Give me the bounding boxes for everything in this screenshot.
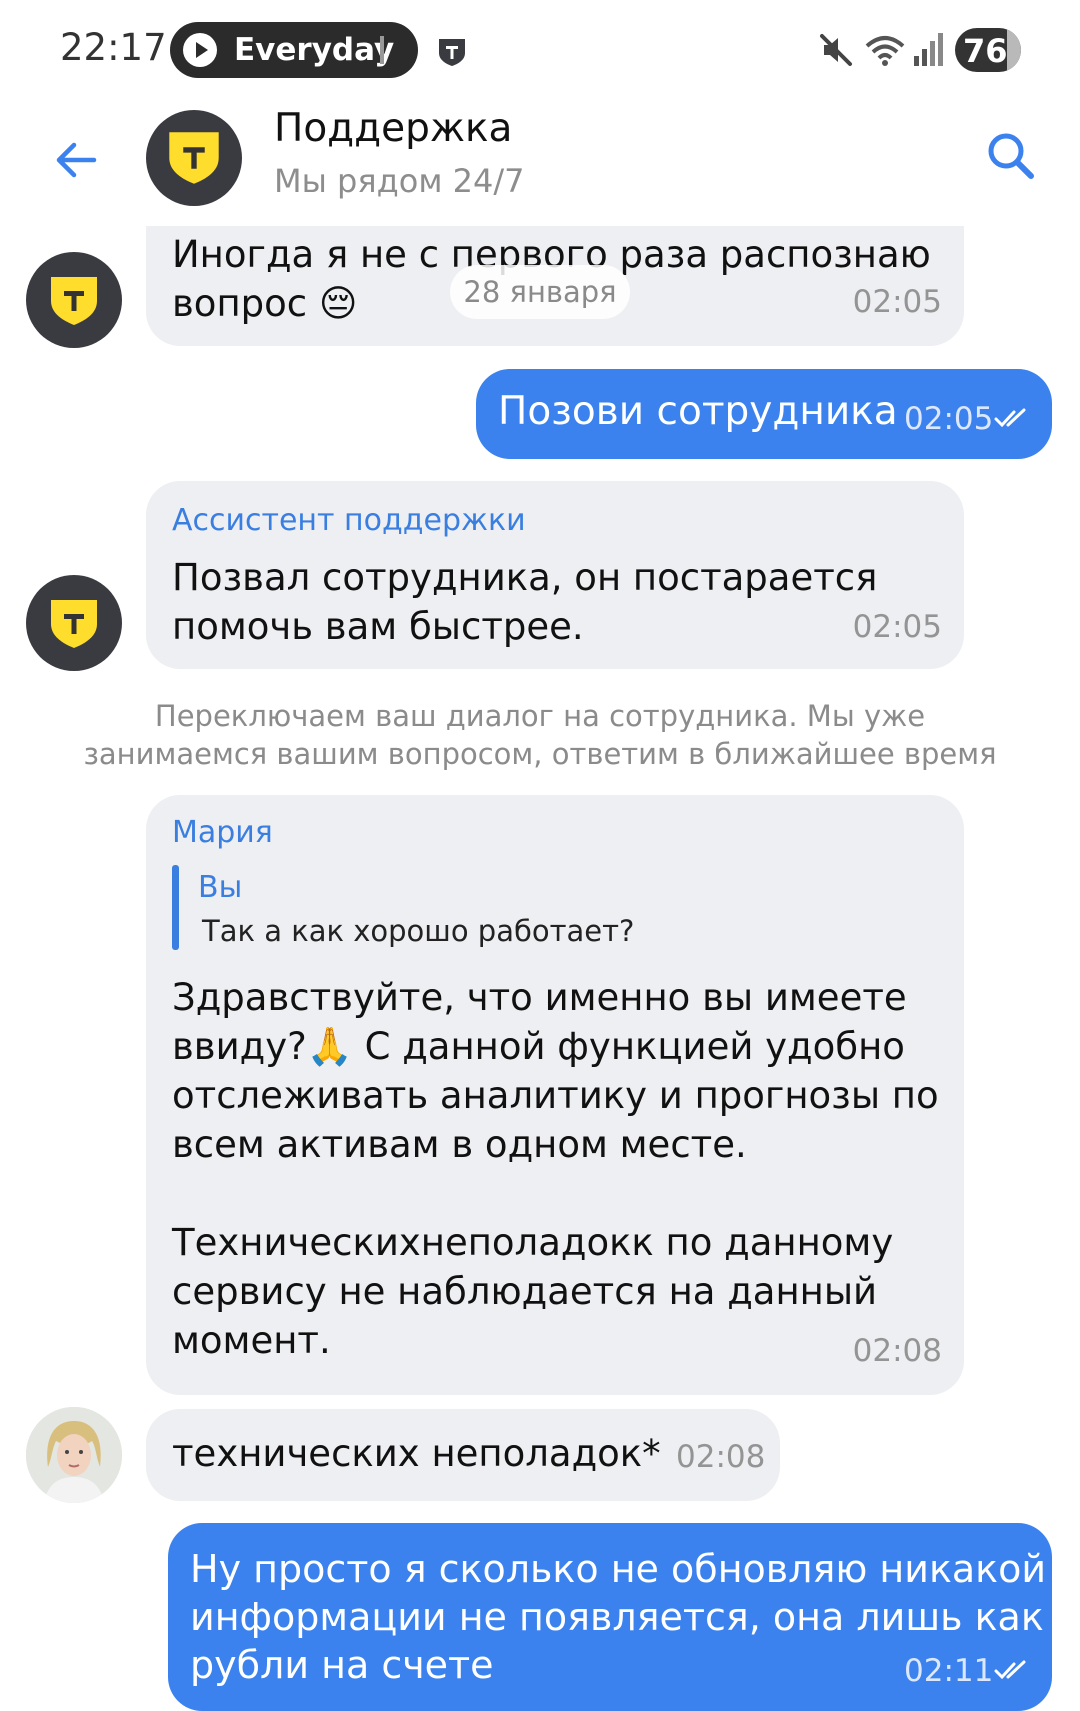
quote-author[interactable]: Вы	[198, 870, 242, 905]
tbank-logo-icon	[169, 132, 219, 184]
search-icon[interactable]	[985, 130, 1037, 182]
message-text: Позвал сотрудника, он постарается помочь…	[172, 556, 878, 648]
message-bubble[interactable]: Мария Здравствуйте, что именно вы имеете…	[146, 795, 964, 1395]
support-avatar[interactable]	[26, 252, 122, 348]
quote-text[interactable]: Так а как хорошо работает?	[202, 914, 634, 948]
double-check-icon	[994, 408, 1026, 428]
outgoing-message-bubble[interactable]: Ну просто я сколько не обновляю никакой …	[168, 1523, 1052, 1711]
tbank-logo-icon	[51, 600, 97, 648]
message-text: Позови сотрудника	[498, 389, 898, 434]
sender-name: Ассистент поддержки	[172, 503, 526, 538]
message-time: 02:05	[852, 284, 942, 320]
back-arrow-icon[interactable]	[52, 136, 100, 184]
agent-photo	[26, 1407, 122, 1503]
system-note: Переключаем ваш диалог на сотрудника. Мы…	[83, 699, 997, 771]
message-time: 02:08	[852, 1333, 942, 1369]
chat-area[interactable]: Иногда я не с первого раза распознаю воп…	[0, 0, 1080, 1711]
support-avatar[interactable]	[146, 110, 242, 206]
message-bubble[interactable]: Ассистент поддержки Позвал сотрудника, о…	[146, 481, 964, 669]
quote-bar	[172, 865, 179, 950]
message-time: 02:05	[852, 609, 942, 645]
chat-title[interactable]: Поддержка	[274, 106, 512, 151]
double-check-icon	[994, 1660, 1026, 1680]
support-avatar[interactable]	[26, 575, 122, 671]
agent-avatar[interactable]	[26, 1407, 122, 1503]
message-time: 02:05	[904, 401, 994, 437]
outgoing-message-bubble[interactable]: Позови сотрудника 02:05	[476, 369, 1052, 459]
message-bubble[interactable]: технических неполадок* 02:08	[146, 1409, 780, 1501]
chat-subtitle: Мы рядом 24/7	[274, 162, 525, 200]
date-chip: 28 января	[450, 265, 630, 319]
chat-header: Поддержка Мы рядом 24/7	[0, 96, 1080, 226]
message-text: технических неполадок*	[172, 1432, 661, 1475]
sender-name: Мария	[172, 815, 273, 850]
tbank-logo-icon	[51, 277, 97, 325]
message-time: 02:08	[676, 1439, 766, 1475]
message-time: 02:11	[904, 1653, 994, 1689]
message-text: Здравствуйте, что именно вы имеете ввиду…	[172, 976, 939, 1362]
